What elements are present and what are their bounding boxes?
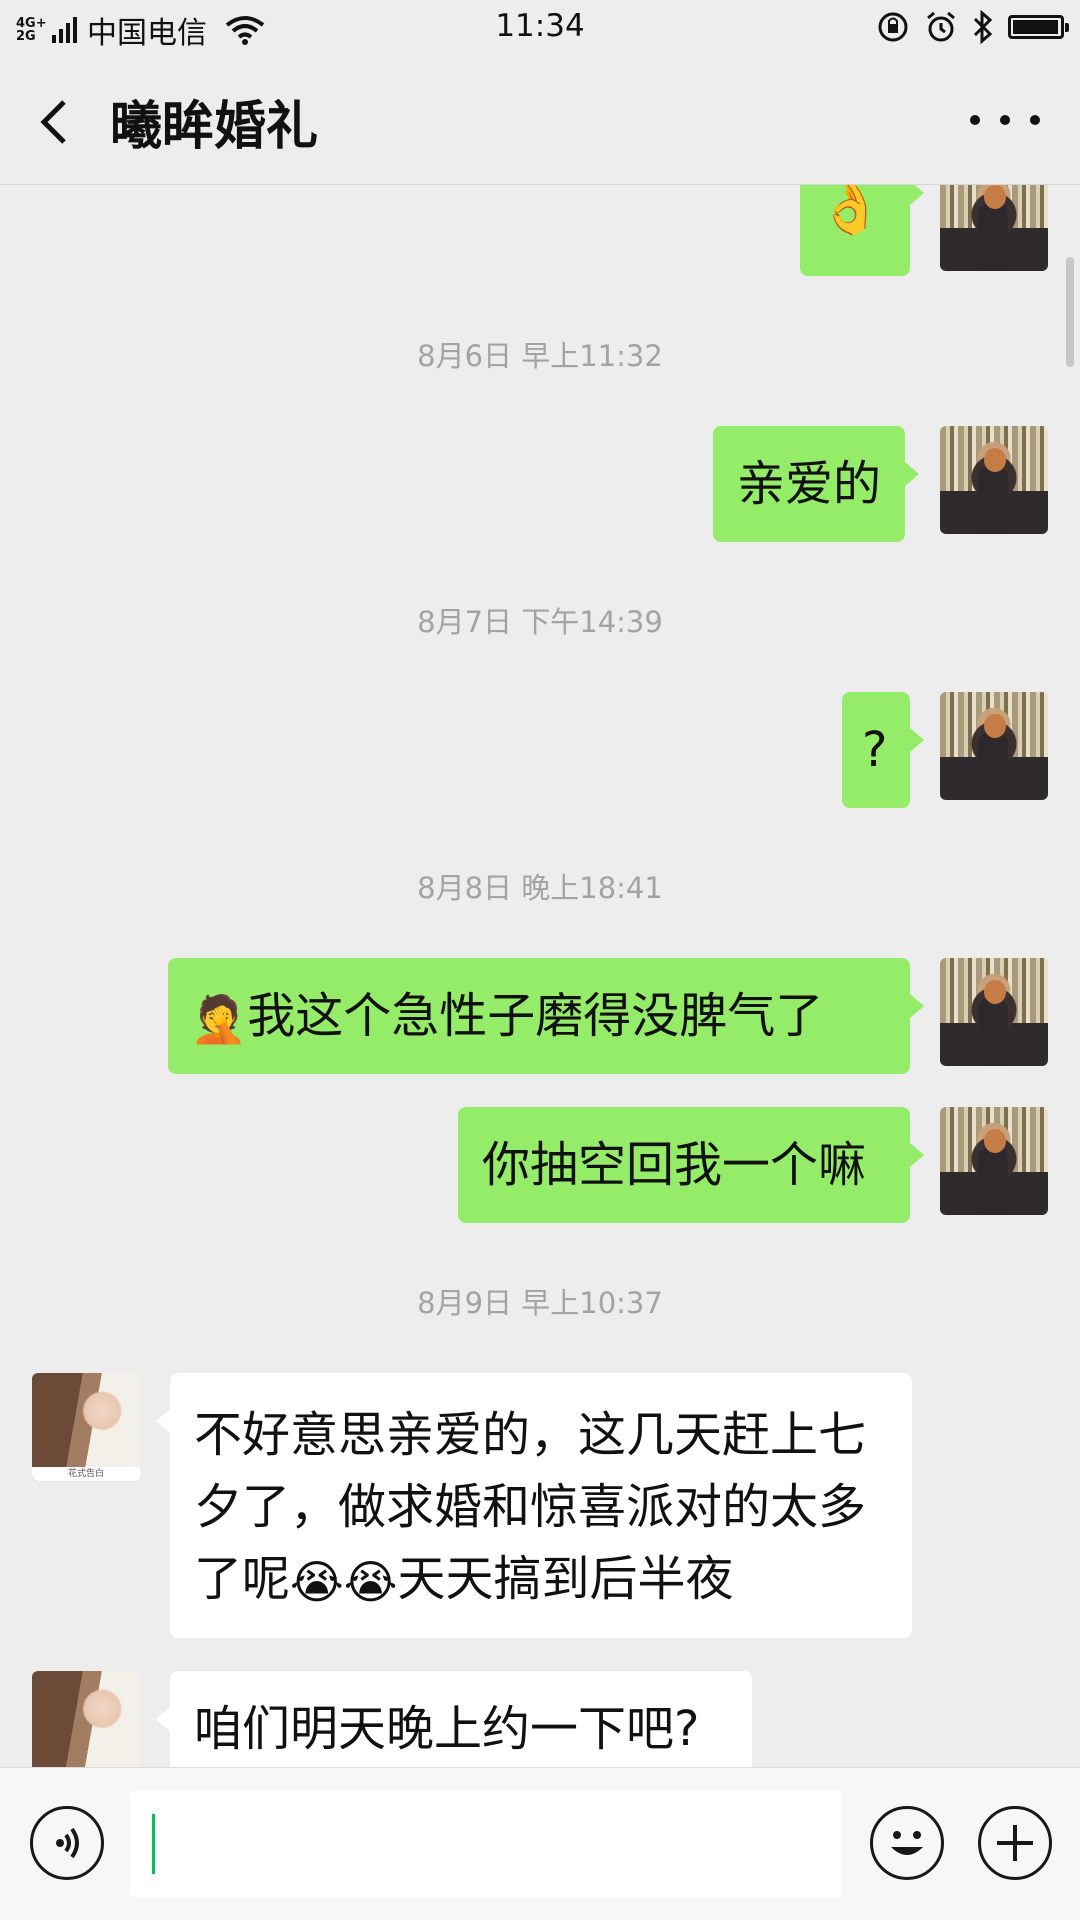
plus-icon[interactable] — [978, 1806, 1052, 1880]
message-text: ? — [862, 722, 888, 778]
message-bubble-sent[interactable]: 亲爱的 — [713, 426, 920, 542]
input-bar — [0, 1767, 1080, 1920]
text-caret — [152, 1814, 155, 1874]
message-line: 了呢 — [194, 1551, 291, 1607]
message-bubble-sent[interactable]: 👌 — [800, 185, 924, 276]
my-avatar[interactable] — [940, 958, 1048, 1066]
rotation-lock-icon — [878, 12, 908, 42]
message-bubble-sent[interactable]: 🤦我这个急性子磨得没脾气了 — [168, 958, 924, 1074]
my-avatar[interactable] — [940, 185, 1048, 271]
avatar-caption: 花式告白 — [32, 1467, 140, 1481]
message-text: 亲爱的 — [737, 456, 882, 512]
message-bubble-sent[interactable]: 你抽空回我一个嘛 — [458, 1107, 924, 1223]
message-text: 天天搞到后半夜 — [397, 1551, 734, 1607]
message-timestamp: 8月7日 下午14:39 — [417, 605, 663, 639]
message-text: 你抽空回我一个嘛 — [482, 1137, 867, 1193]
alarm-icon — [927, 11, 955, 42]
crying-emoji: 😭 — [343, 1555, 398, 1609]
message-line: 不好意思亲爱的，这几天赶上七 — [194, 1407, 867, 1463]
message-text: 我这个急性子磨得没脾气了 — [247, 988, 824, 1044]
message-timestamp: 8月9日 早上10:37 — [417, 1286, 663, 1320]
more-dots-icon[interactable] — [970, 108, 1040, 132]
ok-hand-emoji: 👌 — [818, 185, 883, 238]
message-list[interactable]: 👌 8月6日 早上11:32 亲爱的 8月7日 下午14:39 ? 8月8日 晚… — [0, 185, 1080, 1767]
chat-title: 曦眸婚礼 — [110, 97, 319, 157]
message-input[interactable] — [130, 1790, 842, 1898]
smiley-icon[interactable] — [870, 1806, 944, 1880]
wechat-chat-screen: 4G+ 2G 中国电信 11:34 曦眸婚礼 👌 8月6日 早上11:32 亲爱… — [0, 0, 1080, 1920]
facepalm-emoji: 🤦 — [190, 992, 248, 1046]
message-text: 咱们明天晚上约一下吧? — [194, 1701, 700, 1757]
my-avatar[interactable] — [940, 426, 1048, 534]
contact-avatar[interactable]: 花式告白 — [32, 1373, 140, 1481]
message-line: 夕了，做求婚和惊喜派对的太多 — [194, 1479, 867, 1535]
message-bubble-received[interactable]: 咱们明天晚上约一下吧? — [156, 1671, 752, 1767]
my-avatar[interactable] — [940, 692, 1048, 800]
chat-header: 曦眸婚礼 — [0, 56, 1080, 185]
message-bubble-sent[interactable]: ? — [842, 692, 924, 808]
contact-avatar[interactable] — [32, 1671, 140, 1767]
message-bubble-received[interactable]: 不好意思亲爱的，这几天赶上七 夕了，做求婚和惊喜派对的太多 了呢😭😭天天搞到后半… — [156, 1373, 912, 1638]
message-timestamp: 8月8日 晚上18:41 — [417, 871, 663, 905]
my-avatar[interactable] — [940, 1107, 1048, 1215]
voice-icon[interactable] — [30, 1806, 104, 1880]
crying-emoji: 😭 — [290, 1555, 344, 1609]
status-bar: 4G+ 2G 中国电信 11:34 — [0, 0, 1080, 56]
back-arrow-icon[interactable] — [30, 92, 80, 152]
battery-icon — [1008, 15, 1069, 39]
bluetooth-icon — [973, 10, 993, 44]
message-timestamp: 8月6日 早上11:32 — [417, 339, 663, 373]
